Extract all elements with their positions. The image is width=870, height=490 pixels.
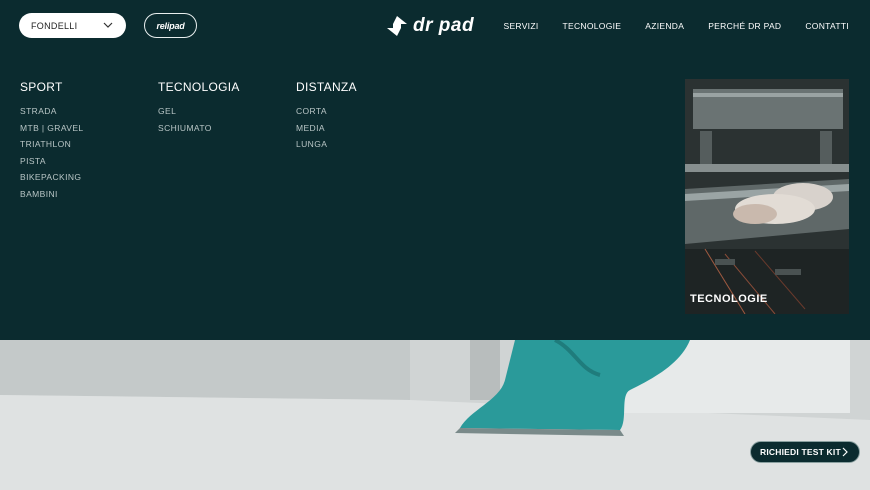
menu-column-title: TECNOLOGIA (158, 80, 240, 94)
menu-item-schiumato[interactable]: SCHIUMATO (158, 120, 240, 137)
chamois-pad-image (0, 340, 870, 490)
menu-item-mtb-gravel[interactable]: MTB | GRAVEL (20, 120, 84, 137)
product-select[interactable]: FONDELLI (19, 13, 126, 38)
product-select-value: FONDELLI (31, 20, 78, 31)
tecnologie-promo-card[interactable]: TECNOLOGIE (685, 79, 849, 314)
promo-label: TECNOLOGIE (690, 293, 768, 305)
menu-item-bikepacking[interactable]: BIKEPACKING (20, 169, 84, 186)
mega-menu-panel: FONDELLI relipad dr pad SERVIZI TECNOLOG… (0, 0, 870, 340)
menu-item-lunga[interactable]: LUNGA (296, 136, 357, 153)
menu-item-triathlon[interactable]: TRIATHLON (20, 136, 84, 153)
machine-image (685, 79, 849, 314)
site-logo[interactable]: dr pad (386, 13, 486, 39)
drpad-logo-icon (387, 16, 407, 36)
relipad-label: relipad (156, 20, 185, 31)
relipad-button[interactable]: relipad (144, 13, 197, 38)
logo-text: dr pad (413, 15, 475, 36)
menu-item-pista[interactable]: PISTA (20, 153, 84, 170)
nav-perche-dr-pad[interactable]: PERCHÉ DR PAD (708, 21, 781, 31)
menu-item-strada[interactable]: STRADA (20, 103, 84, 120)
menu-item-gel[interactable]: GEL (158, 103, 240, 120)
nav-azienda[interactable]: AZIENDA (645, 21, 684, 31)
nav-tecnologie[interactable]: TECNOLOGIE (563, 21, 622, 31)
nav-contatti[interactable]: CONTATTI (805, 21, 849, 31)
menu-column-distanza: DISTANZA CORTA MEDIA LUNGA (296, 80, 357, 153)
main-nav: SERVIZI TECNOLOGIE AZIENDA PERCHÉ DR PAD… (479, 21, 849, 31)
menu-column-sport: SPORT STRADA MTB | GRAVEL TRIATHLON PIST… (20, 80, 84, 203)
hero-image (0, 340, 870, 490)
menu-item-bambini[interactable]: BAMBINI (20, 186, 84, 203)
menu-column-tecnologia: TECNOLOGIA GEL SCHIUMATO (158, 80, 240, 136)
cta-label: RICHIEDI TEST KIT (760, 447, 841, 457)
menu-item-media[interactable]: MEDIA (296, 120, 357, 137)
menu-item-corta[interactable]: CORTA (296, 103, 357, 120)
menu-column-title: DISTANZA (296, 80, 357, 94)
chevron-down-icon (103, 22, 113, 28)
menu-column-title: SPORT (20, 80, 63, 94)
nav-servizi[interactable]: SERVIZI (503, 21, 538, 31)
chevron-right-icon (842, 447, 848, 457)
request-test-kit-button[interactable]: RICHIEDI TEST KIT (750, 441, 860, 463)
